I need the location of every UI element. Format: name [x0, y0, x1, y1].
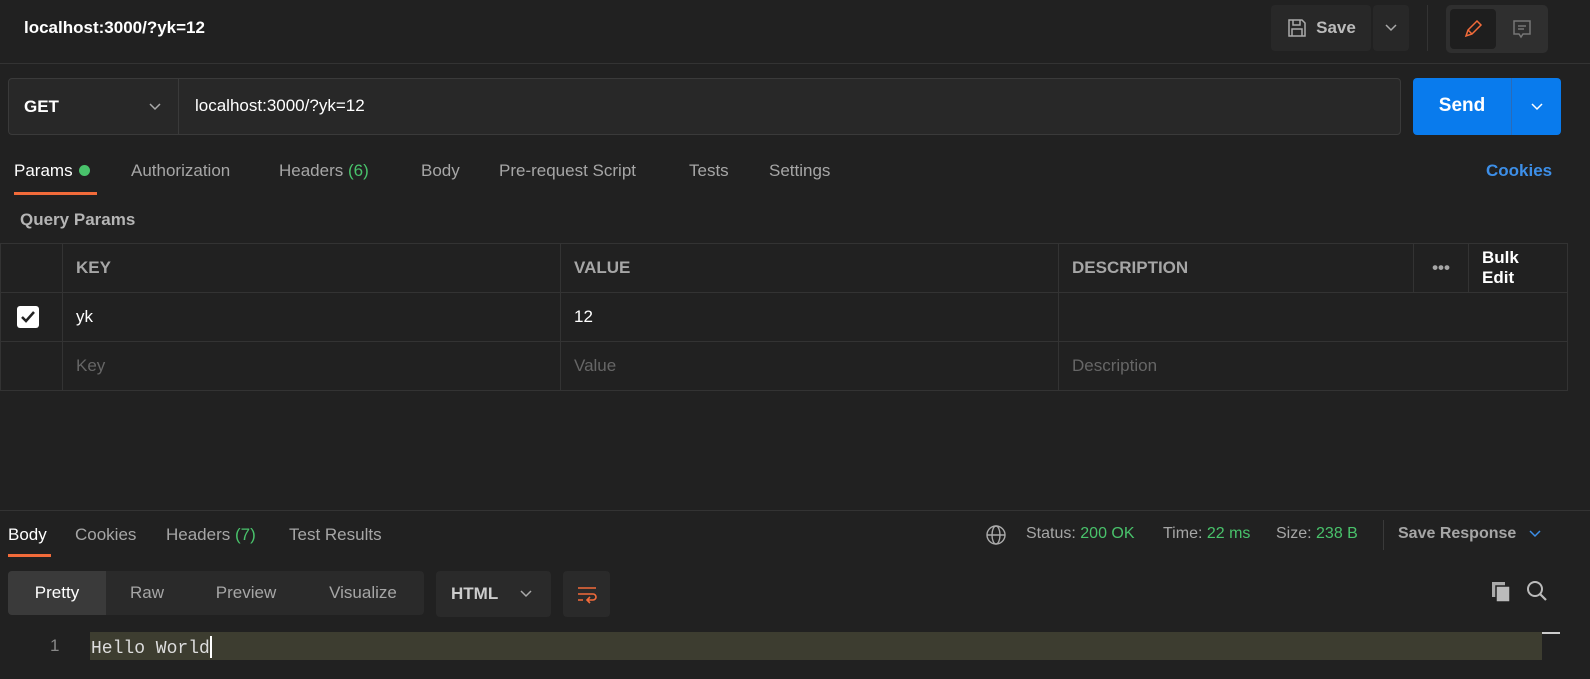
param-value[interactable]: 12: [560, 292, 1059, 342]
chevron-down-icon: [1529, 530, 1541, 538]
send-button[interactable]: Send: [1413, 78, 1561, 135]
format-value: HTML: [451, 584, 499, 603]
save-response-button[interactable]: Save Response: [1398, 525, 1542, 543]
active-tab-underline: [8, 554, 51, 557]
tab-tests[interactable]: Tests: [689, 161, 729, 181]
chevron-down-icon: [1385, 24, 1397, 32]
divider: [1383, 520, 1384, 550]
send-dropdown[interactable]: [1511, 78, 1561, 135]
param-enabled-checkbox[interactable]: [17, 306, 39, 328]
table-row: yk 12: [0, 292, 1568, 342]
tab-label: Params: [14, 161, 73, 180]
tab-settings[interactable]: Settings: [769, 161, 830, 181]
table-header-row: KEY VALUE DESCRIPTION ••• Bulk Edit: [0, 243, 1568, 293]
tab-params[interactable]: Params: [14, 161, 90, 181]
headers-count: (6): [348, 161, 369, 180]
time-label: Time:: [1163, 525, 1203, 542]
method-value: GET: [24, 96, 59, 116]
save-dropdown-button[interactable]: [1373, 5, 1409, 51]
tab-headers[interactable]: Headers (6): [279, 161, 369, 181]
save-label: Save: [1316, 18, 1356, 37]
size-value: 238 B: [1316, 525, 1358, 542]
request-title: localhost:3000/?yk=12: [24, 18, 205, 37]
save-button[interactable]: Save: [1271, 5, 1371, 51]
new-key-input[interactable]: Key: [62, 341, 561, 391]
tab-prerequest-script[interactable]: Pre-request Script: [499, 161, 636, 181]
scrollbar-thumb[interactable]: [1542, 632, 1560, 634]
response-body-line[interactable]: Hello World: [91, 636, 212, 659]
response-tab-body[interactable]: Body: [8, 525, 47, 545]
key-column-header: KEY: [62, 243, 561, 293]
pencil-icon: [1464, 19, 1483, 38]
response-divider[interactable]: [0, 510, 1590, 511]
mode-toggle: [1446, 5, 1548, 53]
time-info: Time: 22 ms: [1163, 525, 1250, 543]
save-response-label: Save Response: [1398, 525, 1517, 542]
tab-label: Headers: [279, 161, 344, 180]
line-number: 1: [50, 636, 60, 655]
globe-icon[interactable]: [985, 524, 1007, 546]
comment-icon: [1513, 20, 1531, 39]
method-select[interactable]: GET: [8, 78, 179, 135]
description-column-header: DESCRIPTION: [1058, 243, 1414, 293]
code-text: Hello World: [91, 639, 210, 659]
query-params-title: Query Params: [20, 210, 136, 229]
tab-body[interactable]: Body: [421, 161, 460, 181]
param-description[interactable]: [1058, 292, 1568, 342]
active-tab-underline: [14, 192, 97, 195]
table-row-empty: Key Value Description: [0, 341, 1568, 391]
time-value: 22 ms: [1206, 525, 1251, 542]
headers-count: (7): [235, 525, 256, 544]
response-tab-test-results[interactable]: Test Results: [289, 525, 382, 545]
wrap-lines-button[interactable]: [563, 571, 610, 617]
url-input[interactable]: localhost:3000/?yk=12: [195, 96, 365, 116]
divider: [1427, 5, 1428, 51]
more-options-button[interactable]: •••: [1413, 243, 1469, 293]
status-label: Status:: [1026, 525, 1076, 542]
wrap-icon: [577, 587, 597, 604]
copy-icon[interactable]: [1490, 580, 1514, 604]
text-cursor: [209, 636, 212, 658]
bulk-edit-button[interactable]: Bulk Edit: [1468, 243, 1568, 293]
view-pretty[interactable]: Pretty: [8, 571, 106, 615]
highlighted-line: [90, 632, 1542, 660]
send-label: Send: [1438, 95, 1486, 116]
tab-authorization[interactable]: Authorization: [131, 161, 230, 181]
comments-button[interactable]: [1500, 9, 1544, 49]
format-select[interactable]: HTML: [436, 571, 551, 617]
chevron-down-icon: [1530, 102, 1543, 110]
size-label: Size:: [1276, 525, 1312, 542]
view-mode-tabs: Pretty Raw Preview Visualize: [8, 571, 424, 615]
new-description-input[interactable]: Description: [1058, 341, 1568, 391]
size-info: Size: 238 B: [1276, 525, 1358, 543]
param-key[interactable]: yk: [62, 292, 561, 342]
new-value-input[interactable]: Value: [560, 341, 1059, 391]
checkmark-icon: [21, 311, 35, 323]
value-column-header: VALUE: [560, 243, 1059, 293]
chevron-down-icon: [149, 102, 161, 110]
cookies-link[interactable]: Cookies: [1486, 161, 1552, 181]
view-preview[interactable]: Preview: [188, 571, 304, 615]
search-icon[interactable]: [1525, 579, 1549, 603]
view-raw[interactable]: Raw: [106, 571, 188, 615]
status-info: Status: 200 OK: [1026, 525, 1135, 543]
view-visualize[interactable]: Visualize: [304, 571, 422, 615]
response-tab-headers[interactable]: Headers (7): [166, 525, 256, 545]
checkbox-column-header: [0, 243, 63, 293]
edit-mode-button[interactable]: [1450, 9, 1496, 49]
tab-label: Headers: [166, 525, 231, 544]
chevron-down-icon: [520, 590, 532, 598]
response-tab-cookies[interactable]: Cookies: [75, 525, 136, 545]
status-value: 200 OK: [1080, 525, 1135, 542]
params-table: KEY VALUE DESCRIPTION ••• Bulk Edit yk 1…: [0, 243, 1568, 391]
save-icon: [1288, 19, 1306, 37]
params-active-dot: [78, 165, 90, 176]
